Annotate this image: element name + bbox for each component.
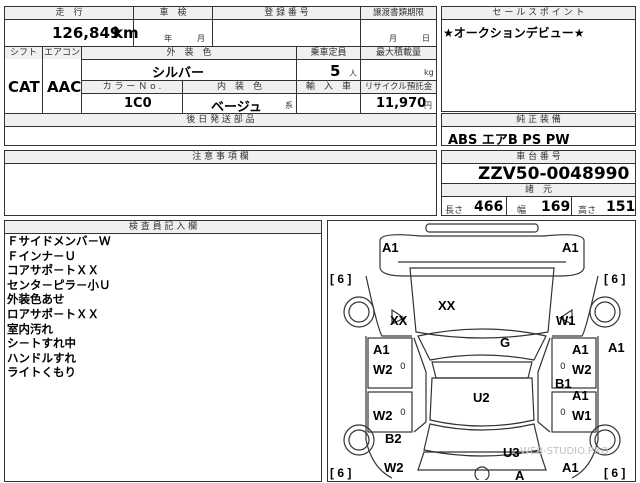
zero-mark: 0 bbox=[400, 362, 406, 372]
car-outline-diagram bbox=[343, 223, 621, 480]
damage-mark: W1 bbox=[572, 408, 592, 423]
zero-mark: 0 bbox=[400, 408, 406, 418]
damage-mark: U3 bbox=[503, 445, 520, 460]
damage-mark: A1 bbox=[562, 240, 579, 255]
damage-mark: A1 bbox=[608, 340, 625, 355]
damage-mark: XX bbox=[438, 298, 456, 313]
tire-mark-rr: [ 6 ] bbox=[604, 466, 626, 480]
damage-mark: A1 bbox=[572, 342, 589, 357]
damage-mark: A1 bbox=[373, 342, 390, 357]
damage-mark: A1 bbox=[572, 388, 589, 403]
tire-mark-fl: [ 6 ] bbox=[330, 272, 352, 286]
watermark: WEB-STUDIO.PRO bbox=[520, 446, 609, 457]
damage-mark: W2 bbox=[384, 460, 404, 475]
tire-mark-rl: [ 6 ] bbox=[330, 466, 352, 480]
damage-mark: B1 bbox=[555, 376, 572, 391]
damage-mark: XX bbox=[390, 313, 408, 328]
damage-mark: A bbox=[515, 468, 525, 483]
damage-mark: W2 bbox=[572, 362, 592, 377]
damage-mark: A1 bbox=[382, 240, 399, 255]
zero-mark: 0 bbox=[560, 408, 566, 418]
damage-mark: U2 bbox=[473, 390, 490, 405]
damage-mark: G bbox=[500, 335, 511, 350]
tire-mark-fr: [ 6 ] bbox=[604, 272, 626, 286]
damage-mark: W2 bbox=[373, 362, 393, 377]
damage-mark: W1 bbox=[556, 313, 576, 328]
damage-mark: W2 bbox=[373, 408, 393, 423]
zero-mark: 0 bbox=[560, 362, 566, 372]
damage-mark: A1 bbox=[562, 460, 579, 475]
damage-mark: B2 bbox=[385, 431, 402, 446]
